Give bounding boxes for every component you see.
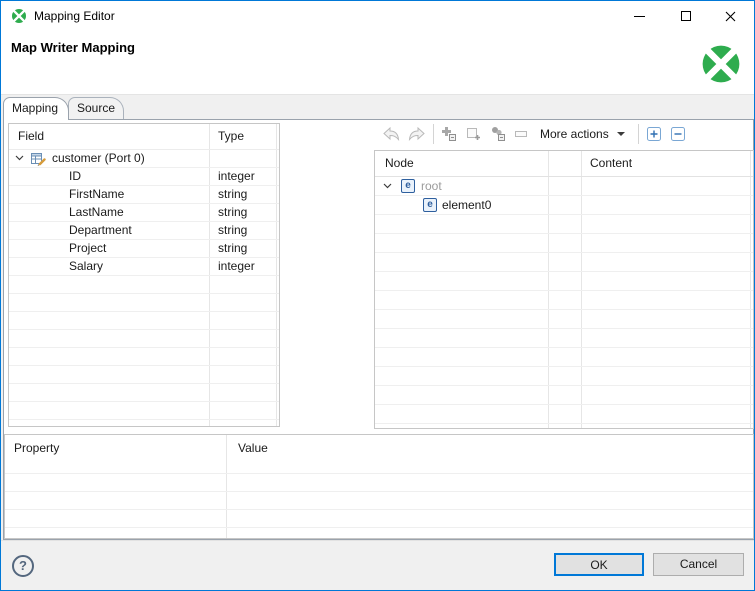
property-table: Property Value: [4, 434, 754, 539]
more-actions-button[interactable]: More actions: [534, 125, 631, 143]
toolbar-separator: [637, 124, 639, 144]
element-icon: e: [423, 198, 437, 212]
close-button[interactable]: [708, 1, 753, 31]
mapping-editor-dialog: Mapping Editor Map Writer Mapping Mappin…: [0, 0, 755, 591]
field-tree-root-label: customer (Port 0): [52, 151, 145, 165]
field-type: integer: [218, 259, 255, 273]
node-tree-row-element0[interactable]: e element0: [375, 196, 753, 215]
dialog-header: Map Writer Mapping: [1, 31, 754, 95]
maximize-icon: [680, 11, 691, 21]
window-title: Mapping Editor: [34, 9, 115, 23]
remove-node-button[interactable]: [514, 126, 528, 142]
field-tree-root-row[interactable]: customer (Port 0): [9, 150, 279, 168]
node-tree-row-root[interactable]: e root: [375, 177, 753, 196]
field-name: LastName: [69, 205, 124, 219]
titlebar[interactable]: Mapping Editor: [1, 1, 754, 31]
more-actions-label: More actions: [540, 127, 609, 141]
field-type: string: [218, 205, 248, 219]
add-child-element-button[interactable]: [441, 126, 457, 142]
dropdown-caret-icon: [616, 132, 625, 136]
dash-icon: [515, 131, 527, 137]
field-name: ID: [69, 169, 81, 183]
collapse-all-icon: [670, 127, 685, 141]
minimize-button[interactable]: [617, 1, 662, 31]
field-name: Salary: [69, 259, 104, 273]
node-table: Node Content e root e element0: [374, 150, 754, 429]
field-column-header[interactable]: Field: [18, 129, 44, 143]
field-table: Field Type customer (Port 0) ID integer …: [8, 123, 280, 427]
ok-button[interactable]: OK: [554, 553, 644, 576]
value-column-header[interactable]: Value: [238, 441, 268, 455]
field-row[interactable]: LastName string: [9, 204, 279, 222]
maximize-button[interactable]: [663, 1, 708, 31]
close-icon: [725, 11, 736, 21]
element-icon: e: [401, 179, 415, 193]
arrow-right-bent-icon: [408, 127, 425, 141]
expand-all-button[interactable]: [646, 126, 662, 142]
chevron-down-icon[interactable]: [383, 183, 392, 189]
toolbar-separator: [433, 124, 434, 144]
field-row[interactable]: Department string: [9, 222, 279, 240]
empty-rows: [5, 473, 753, 533]
clover-logo-icon: [700, 43, 742, 85]
field-name: Department: [69, 223, 132, 237]
field-name: FirstName: [69, 187, 125, 201]
help-icon: ?: [19, 558, 27, 573]
empty-rows: [375, 215, 753, 428]
dialog-title: Map Writer Mapping: [11, 40, 135, 55]
arrow-left-bent-icon: [383, 127, 400, 141]
expand-all-icon: [646, 127, 661, 141]
button-bar: ? OK Cancel: [1, 540, 754, 590]
field-type: string: [218, 187, 248, 201]
content-column-header[interactable]: Content: [590, 156, 632, 170]
add-element-icon: [442, 127, 456, 141]
add-attribute-icon: [467, 128, 480, 140]
field-type: string: [218, 241, 248, 255]
cancel-button[interactable]: Cancel: [653, 553, 744, 576]
add-attribute-button[interactable]: [466, 126, 482, 142]
tab-mapping[interactable]: Mapping: [3, 97, 69, 120]
unmap-field-button[interactable]: [407, 127, 426, 141]
node-label: element0: [442, 198, 492, 212]
record-edit-icon: [31, 153, 46, 166]
property-column-header[interactable]: Property: [14, 441, 59, 455]
field-type: integer: [218, 169, 255, 183]
chevron-down-icon[interactable]: [15, 155, 24, 161]
app-clover-icon: [11, 8, 27, 24]
mapping-tab-content: Field Type customer (Port 0) ID integer …: [3, 119, 754, 540]
minimize-icon: [634, 15, 645, 17]
node-toolbar: More actions: [382, 121, 686, 147]
field-type: string: [218, 223, 248, 237]
field-row[interactable]: Salary integer: [9, 258, 279, 276]
type-column-header[interactable]: Type: [218, 129, 244, 143]
node-column-header[interactable]: Node: [385, 156, 414, 170]
node-label: root: [421, 179, 442, 193]
tab-source[interactable]: Source: [68, 97, 124, 119]
add-wildcard-icon: [492, 127, 505, 141]
empty-rows: [9, 276, 279, 426]
collapse-all-button[interactable]: [670, 126, 686, 142]
field-row[interactable]: ID integer: [9, 168, 279, 186]
help-button[interactable]: ?: [12, 555, 34, 577]
field-row[interactable]: FirstName string: [9, 186, 279, 204]
field-row[interactable]: Project string: [9, 240, 279, 258]
map-field-button[interactable]: [382, 127, 401, 141]
add-wildcard-element-button[interactable]: [490, 126, 506, 142]
field-name: Project: [69, 241, 107, 255]
